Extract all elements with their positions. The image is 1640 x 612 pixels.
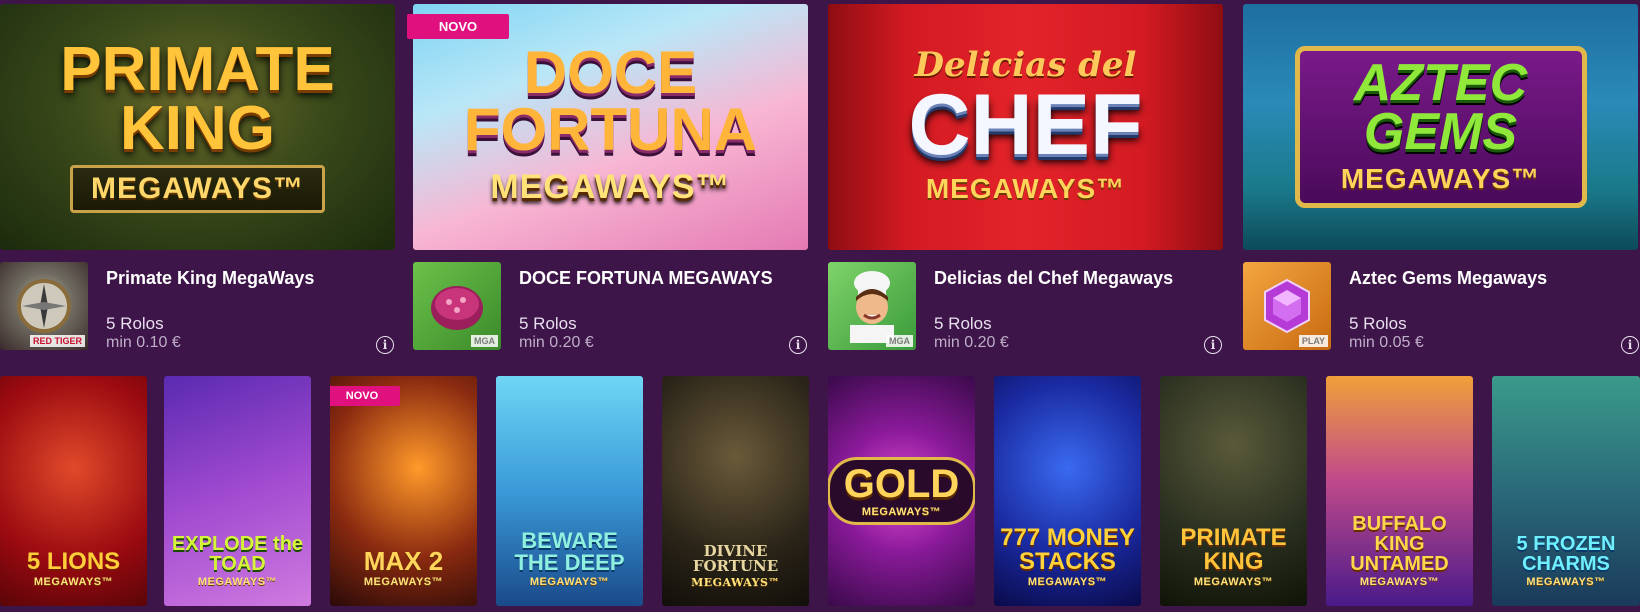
game-art-title: AZTEC GEMS bbox=[1353, 53, 1528, 161]
game-tile-5-lions[interactable]: 5 LIONS MEGAWAYS™ bbox=[0, 376, 147, 606]
game-tile-subtitle: MEGAWAYS™ bbox=[197, 576, 278, 588]
game-tile-title: BEWARE THE DEEP bbox=[514, 528, 625, 575]
new-badge: NOVO bbox=[407, 14, 509, 39]
info-icon[interactable]: i bbox=[789, 336, 807, 354]
game-tile-subtitle: MEGAWAYS™ bbox=[33, 576, 114, 588]
game-tile-title: 777 MONEY STACKS bbox=[1000, 524, 1135, 575]
game-tile-title: DIVINE FORTUNE bbox=[692, 542, 779, 575]
game-tile-logo: EXPLODE the TOAD MEGAWAYS™ bbox=[164, 534, 311, 588]
game-tile-logo: 777 MONEY STACKS MEGAWAYS™ bbox=[994, 526, 1141, 588]
game-min-bet: min 0.05 € bbox=[1349, 334, 1424, 351]
game-tile-logo: GOLD MEGAWAYS™ bbox=[828, 457, 975, 525]
game-thumbnail-aztec-gems[interactable]: AZTEC GEMS MEGAWAYS™ bbox=[1243, 4, 1638, 250]
gem-icon[interactable]: PLAY bbox=[1243, 262, 1331, 350]
game-art-title: DOCE FORTUNA bbox=[463, 38, 758, 163]
game-tile-logo: DIVINE FORTUNE MEGAWAYS™ bbox=[662, 542, 809, 589]
game-tile-title: BUFFALO KING UNTAMED bbox=[1350, 513, 1449, 575]
game-title[interactable]: Aztec Gems Megaways bbox=[1349, 268, 1547, 289]
game-tile-logo: 5 LIONS MEGAWAYS™ bbox=[23, 550, 124, 588]
game-reels: 5 Rolos bbox=[934, 314, 992, 333]
game-min-bet: min 0.20 € bbox=[934, 334, 1009, 351]
game-art-title: CHEF bbox=[908, 77, 1143, 174]
game-tile-explode-the-toad[interactable]: EXPLODE the TOAD MEGAWAYS™ bbox=[164, 376, 311, 606]
game-tile-title: PRIMATE KING bbox=[1180, 524, 1287, 575]
game-reels: 5 Rolos bbox=[1349, 314, 1407, 333]
game-tile-title: 5 LIONS bbox=[26, 548, 121, 575]
game-tile-subtitle: MEGAWAYS™ bbox=[363, 576, 444, 588]
game-info: MGA DOCE FORTUNA MEGAWAYS 5 Rolos min 0.… bbox=[413, 262, 823, 354]
game-title[interactable]: Primate King MegaWays bbox=[106, 268, 314, 289]
game-info: MGA Delicias del Chef Megaways 5 Rolos m… bbox=[828, 262, 1238, 354]
provider-tag: MGA bbox=[886, 335, 913, 347]
game-tile-gold[interactable]: GOLD MEGAWAYS™ bbox=[828, 376, 975, 606]
game-reels: 5 Rolos bbox=[106, 314, 164, 333]
game-tile-title: 5 FROZEN CHARMS bbox=[1516, 533, 1616, 575]
game-tile-title: EXPLODE the TOAD bbox=[171, 533, 304, 575]
game-tile-logo: PRIMATE KING MEGAWAYS™ bbox=[1160, 526, 1307, 588]
game-title[interactable]: Delicias del Chef Megaways bbox=[934, 268, 1173, 289]
game-info: PLAY Aztec Gems Megaways 5 Rolos min 0.0… bbox=[1243, 262, 1640, 354]
game-thumbnail-primate-king[interactable]: PRIMATE KING MEGAWAYS™ bbox=[0, 4, 395, 250]
game-art-subtitle: MEGAWAYS™ bbox=[925, 172, 1126, 204]
game-tile-subtitle: MEGAWAYS™ bbox=[691, 576, 780, 589]
game-tile-primate-king[interactable]: PRIMATE KING MEGAWAYS™ bbox=[1160, 376, 1307, 606]
game-art-subtitle: MEGAWAYS™ bbox=[490, 167, 731, 206]
chef-icon[interactable]: MGA bbox=[828, 262, 916, 350]
featured-game-card: Delicias del CHEF MEGAWAYS™ MGA Delicias… bbox=[828, 4, 1223, 356]
compass-icon[interactable]: RED TIGER bbox=[0, 262, 88, 350]
game-tile-buffalo-king-untamed[interactable]: BUFFALO KING UNTAMED MEGAWAYS™ bbox=[1326, 376, 1473, 606]
provider-tag: RED TIGER bbox=[29, 335, 85, 347]
provider-tag: MGA bbox=[471, 335, 498, 347]
game-art-title: PRIMATE KING bbox=[60, 35, 335, 163]
info-icon[interactable]: i bbox=[1204, 336, 1222, 354]
game-tile-title: MAX 2 bbox=[363, 546, 444, 576]
info-icon[interactable]: i bbox=[1621, 336, 1639, 354]
game-art-subtitle: MEGAWAYS™ bbox=[70, 164, 325, 213]
game-tile-logo: BUFFALO KING UNTAMED MEGAWAYS™ bbox=[1326, 514, 1473, 588]
new-badge: NOVO bbox=[330, 386, 400, 406]
game-tile-max-2[interactable]: NOVO MAX 2 MEGAWAYS™ bbox=[330, 376, 477, 606]
featured-game-card: AZTEC GEMS MEGAWAYS™ PLAY Aztec Gems Meg… bbox=[1243, 4, 1640, 356]
game-info: RED TIGER Primate King MegaWays 5 Rolos … bbox=[0, 262, 410, 354]
game-tile-title: GOLD bbox=[843, 462, 960, 506]
game-tile-logo: BEWARE THE DEEP MEGAWAYS™ bbox=[496, 530, 643, 588]
game-art-subtitle: MEGAWAYS™ bbox=[1340, 163, 1541, 195]
game-min-bet: min 0.20 € bbox=[519, 334, 594, 351]
games-grid-row: 5 LIONS MEGAWAYS™ EXPLODE the TOAD MEGAW… bbox=[0, 376, 1640, 608]
featured-game-card: PRIMATE KING MEGAWAYS™ RED TIGER Primate… bbox=[0, 4, 395, 356]
game-min-bet: min 0.10 € bbox=[106, 334, 181, 351]
game-tile-beware-the-deep[interactable]: BEWARE THE DEEP MEGAWAYS™ bbox=[496, 376, 643, 606]
game-tile-subtitle: MEGAWAYS™ bbox=[1027, 576, 1108, 588]
game-thumbnail-doce-fortuna[interactable]: DOCE FORTUNA MEGAWAYS™ bbox=[413, 4, 808, 250]
featured-game-card: NOVO DOCE FORTUNA MEGAWAYS™ MGA DOCE FOR… bbox=[407, 4, 808, 356]
game-title[interactable]: DOCE FORTUNA MEGAWAYS bbox=[519, 268, 773, 289]
game-tile-subtitle: MEGAWAYS™ bbox=[529, 576, 610, 588]
game-tile-money-stacks[interactable]: 777 MONEY STACKS MEGAWAYS™ bbox=[994, 376, 1141, 606]
candy-icon[interactable]: MGA bbox=[413, 262, 501, 350]
info-icon[interactable]: i bbox=[376, 336, 394, 354]
game-thumbnail-delicias-del-chef[interactable]: Delicias del CHEF MEGAWAYS™ bbox=[828, 4, 1223, 250]
game-tile-logo: 5 FROZEN CHARMS MEGAWAYS™ bbox=[1492, 534, 1640, 588]
game-tile-divine-fortune[interactable]: DIVINE FORTUNE MEGAWAYS™ bbox=[662, 376, 809, 606]
provider-tag: PLAY bbox=[1298, 335, 1328, 347]
game-tile-subtitle: MEGAWAYS™ bbox=[861, 506, 942, 518]
game-tile-subtitle: MEGAWAYS™ bbox=[1526, 576, 1606, 588]
featured-games-row: PRIMATE KING MEGAWAYS™ RED TIGER Primate… bbox=[0, 4, 1640, 356]
game-tile-subtitle: MEGAWAYS™ bbox=[1359, 576, 1440, 588]
game-tile-logo: MAX 2 MEGAWAYS™ bbox=[360, 548, 447, 588]
game-reels: 5 Rolos bbox=[519, 314, 577, 333]
game-tile-5-frozen-charms[interactable]: 5 FROZEN CHARMS MEGAWAYS™ bbox=[1492, 376, 1640, 606]
game-tile-subtitle: MEGAWAYS™ bbox=[1193, 576, 1274, 588]
